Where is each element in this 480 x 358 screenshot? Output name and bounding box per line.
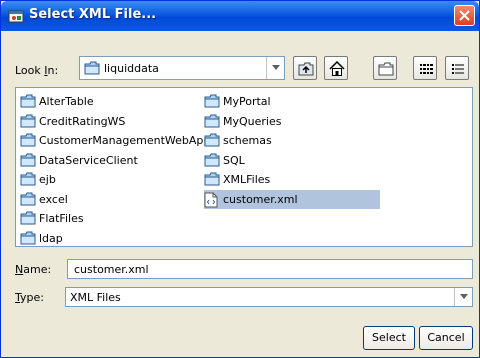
chevron-down-icon <box>460 294 468 299</box>
select-button[interactable]: Select <box>363 326 415 350</box>
look-in-label: Look In: <box>15 64 59 77</box>
new-folder-button[interactable] <box>373 56 397 80</box>
close-button[interactable] <box>454 5 475 26</box>
folder-icon <box>20 192 36 209</box>
file-name: SQL <box>223 153 245 167</box>
list-view-icon <box>420 64 433 74</box>
file-name-input[interactable]: customer.xml <box>67 259 473 279</box>
file-list-item[interactable]: FlatFiles <box>20 209 206 229</box>
folder-icon <box>20 231 36 248</box>
folder-icon <box>84 61 100 78</box>
file-list-item[interactable]: MyPortal <box>204 92 384 112</box>
folder-icon <box>20 211 36 228</box>
file-name: excel <box>39 192 68 206</box>
folder-icon <box>204 94 220 111</box>
file-name: CreditRatingWS <box>39 114 126 128</box>
file-list-item[interactable]: SQL <box>204 151 384 171</box>
close-icon <box>459 10 470 21</box>
folder-icon <box>20 133 36 150</box>
file-type-select[interactable]: XML Files <box>65 287 473 307</box>
file-name: CustomerManagementWebApp <box>39 134 211 147</box>
up-one-level-icon <box>298 62 314 76</box>
file-name: ejb <box>39 173 56 186</box>
name-label: Name: <box>15 263 52 276</box>
file-name: ldap <box>39 231 63 245</box>
file-name: schemas <box>223 134 272 147</box>
file-name: XMLFiles <box>223 173 271 186</box>
look-in-dropdown-arrow[interactable] <box>266 57 284 79</box>
file-list-item[interactable]: AlterTable <box>20 92 206 112</box>
folder-icon <box>204 153 220 170</box>
folder-icon <box>20 172 36 189</box>
home-icon <box>329 61 345 76</box>
list-view-button[interactable] <box>413 56 437 80</box>
file-list-item[interactable]: ldap <box>20 229 206 249</box>
folder-icon <box>204 114 220 131</box>
home-button[interactable] <box>324 56 348 80</box>
up-one-level-button[interactable] <box>293 56 317 80</box>
file-list-column-2: MyPortal MyQueries schemas SQL XMLFiles custo… <box>204 92 384 209</box>
file-name: customer.xml <box>223 192 298 206</box>
xml-file-icon <box>204 192 218 211</box>
file-type-value: XML Files <box>70 291 121 304</box>
chevron-down-icon <box>272 65 280 70</box>
window-title: Select XML File... <box>29 7 157 22</box>
title-bar[interactable]: Select XML File... <box>1 1 479 31</box>
file-list[interactable]: AlterTable CreditRatingWS CustomerManageme… <box>15 87 473 247</box>
file-list-item[interactable]: DataServiceClient <box>20 151 206 171</box>
file-name: FlatFiles <box>39 212 84 225</box>
details-view-icon <box>452 64 464 74</box>
select-xml-file-dialog: Select XML File... Look In: liquiddata A… <box>0 0 480 358</box>
file-type-dropdown-arrow[interactable] <box>454 288 472 306</box>
folder-icon <box>204 133 220 150</box>
file-list-item[interactable]: ejb <box>20 170 206 190</box>
file-list-item[interactable]: customer.xml <box>204 189 380 211</box>
file-name: AlterTable <box>39 95 94 108</box>
file-list-column-1: AlterTable CreditRatingWS CustomerManageme… <box>20 92 210 249</box>
type-label: Type: <box>15 291 44 304</box>
file-name: MyQueries <box>223 114 282 128</box>
file-list-item[interactable]: CreditRatingWS <box>20 112 206 132</box>
cancel-button[interactable]: Cancel <box>419 326 473 350</box>
file-name: MyPortal <box>223 95 271 108</box>
folder-icon <box>20 153 36 170</box>
folder-icon <box>20 94 36 111</box>
file-list-item[interactable]: schemas <box>204 131 384 151</box>
details-view-button[interactable] <box>445 56 469 80</box>
file-list-item[interactable]: XMLFiles <box>204 170 384 190</box>
file-name: DataServiceClient <box>39 153 138 167</box>
look-in-value: liquiddata <box>104 62 159 75</box>
file-list-item[interactable]: excel <box>20 190 206 210</box>
new-folder-icon <box>378 62 394 76</box>
folder-icon <box>20 114 36 131</box>
file-list-item[interactable]: MyQueries <box>204 112 384 132</box>
look-in-combo[interactable]: liquiddata <box>79 56 285 80</box>
folder-icon <box>204 172 220 189</box>
app-icon <box>8 8 24 24</box>
file-list-item[interactable]: CustomerManagementWebApp <box>20 131 210 151</box>
